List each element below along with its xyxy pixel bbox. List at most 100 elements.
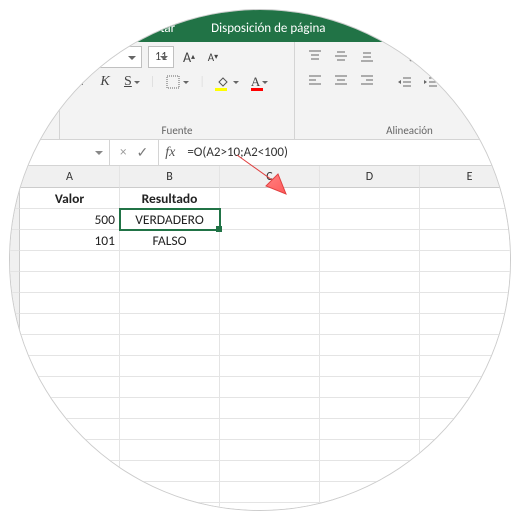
row-header-extra[interactable] [10,440,20,461]
cell[interactable] [20,440,120,461]
cell-D2[interactable] [320,209,420,230]
orientation-icon[interactable]: ab [395,46,441,66]
cell[interactable] [120,251,220,272]
cell[interactable] [20,482,120,503]
tab-disposicion[interactable]: Disposición de página [197,15,339,42]
fx-icon[interactable]: fx [159,140,181,165]
cell[interactable] [320,461,420,482]
cell[interactable] [220,314,320,335]
cell[interactable] [120,314,220,335]
cell[interactable] [420,335,510,356]
align-middle-icon[interactable] [331,46,351,66]
cell[interactable] [220,356,320,377]
cell[interactable] [220,419,320,440]
cell[interactable] [120,503,220,510]
cell-B2[interactable]: VERDADERO [120,209,220,230]
cell-E1[interactable] [420,188,510,209]
cell[interactable] [220,461,320,482]
cell[interactable] [220,398,320,419]
cell[interactable] [420,398,510,419]
cell[interactable] [20,377,120,398]
tab-insertar[interactable]: Insertar [120,15,189,42]
cell[interactable] [120,398,220,419]
cell[interactable] [320,272,420,293]
row-header-extra[interactable] [10,314,20,335]
row-header-4[interactable]: 4 [10,251,20,272]
cell[interactable] [320,377,420,398]
font-color-icon[interactable]: A [249,72,270,92]
row-header-6[interactable]: 6 [10,293,20,314]
cell-D3[interactable] [320,230,420,251]
row-header-5[interactable]: 5 [10,272,20,293]
decrease-indent-icon[interactable] [395,72,415,92]
cell[interactable] [120,419,220,440]
cell-D1[interactable] [320,188,420,209]
cell[interactable] [420,356,510,377]
cell[interactable] [420,293,510,314]
cell-B1[interactable]: Resultado [120,188,220,209]
cell-A3[interactable]: 101 [20,230,120,251]
cell[interactable] [320,482,420,503]
cell-E3[interactable] [420,230,510,251]
cell[interactable] [420,419,510,440]
row-header-2[interactable]: 2 [10,209,20,230]
borders-icon[interactable] [163,72,191,92]
cell[interactable] [120,356,220,377]
cell[interactable] [420,314,510,335]
cell-C3[interactable] [220,230,320,251]
row-header-extra[interactable] [10,482,20,503]
cell[interactable] [220,377,320,398]
cell-A1[interactable]: Valor [20,188,120,209]
row-header-3[interactable]: 3 [10,230,20,251]
underline-button[interactable]: S [122,72,142,92]
cell[interactable] [420,272,510,293]
cell[interactable] [220,503,320,510]
row-header-extra[interactable] [10,419,20,440]
row-header-extra[interactable] [10,377,20,398]
cell[interactable] [20,314,120,335]
cell[interactable] [220,440,320,461]
cell[interactable] [220,335,320,356]
row-header-extra[interactable] [10,335,20,356]
cell[interactable] [420,440,510,461]
row-header-extra[interactable] [10,461,20,482]
formula-input[interactable]: =O(A2>10;A2<100) [181,140,510,165]
increase-indent-icon[interactable] [421,72,441,92]
cell[interactable] [20,293,120,314]
col-header-B[interactable]: B [120,166,220,188]
cell[interactable] [20,335,120,356]
cell[interactable] [320,335,420,356]
cell[interactable] [20,356,120,377]
cell[interactable] [320,503,420,510]
row-header-1[interactable]: 1 [10,188,20,209]
col-header-C[interactable]: C [220,166,320,188]
col-header-D[interactable]: D [320,166,420,188]
cell[interactable] [20,251,120,272]
cell[interactable] [420,377,510,398]
select-all-corner[interactable] [10,166,20,188]
cell[interactable] [220,251,320,272]
font-size-select[interactable]: 11 [148,46,174,68]
cell[interactable] [120,293,220,314]
font-name-select[interactable]: Calibri [70,46,142,68]
row-header-extra[interactable] [10,356,20,377]
cell-C2[interactable] [220,209,320,230]
cell[interactable] [320,440,420,461]
cell-C1[interactable] [220,188,320,209]
row-header-extra[interactable] [10,398,20,419]
cell[interactable] [120,335,220,356]
increase-font-icon[interactable]: A▴ [180,47,198,67]
cell[interactable] [420,482,510,503]
row-header-extra[interactable] [10,503,20,510]
cell[interactable] [120,377,220,398]
cell[interactable] [320,356,420,377]
cell[interactable] [420,251,510,272]
name-box[interactable]: 32 [10,140,110,165]
cancel-formula-icon[interactable]: × [120,145,126,160]
align-right-icon[interactable] [357,70,377,90]
align-bottom-icon[interactable] [357,46,377,66]
bold-button[interactable]: N [70,72,88,92]
cell[interactable] [420,461,510,482]
cell[interactable] [320,251,420,272]
cell[interactable] [420,503,510,510]
